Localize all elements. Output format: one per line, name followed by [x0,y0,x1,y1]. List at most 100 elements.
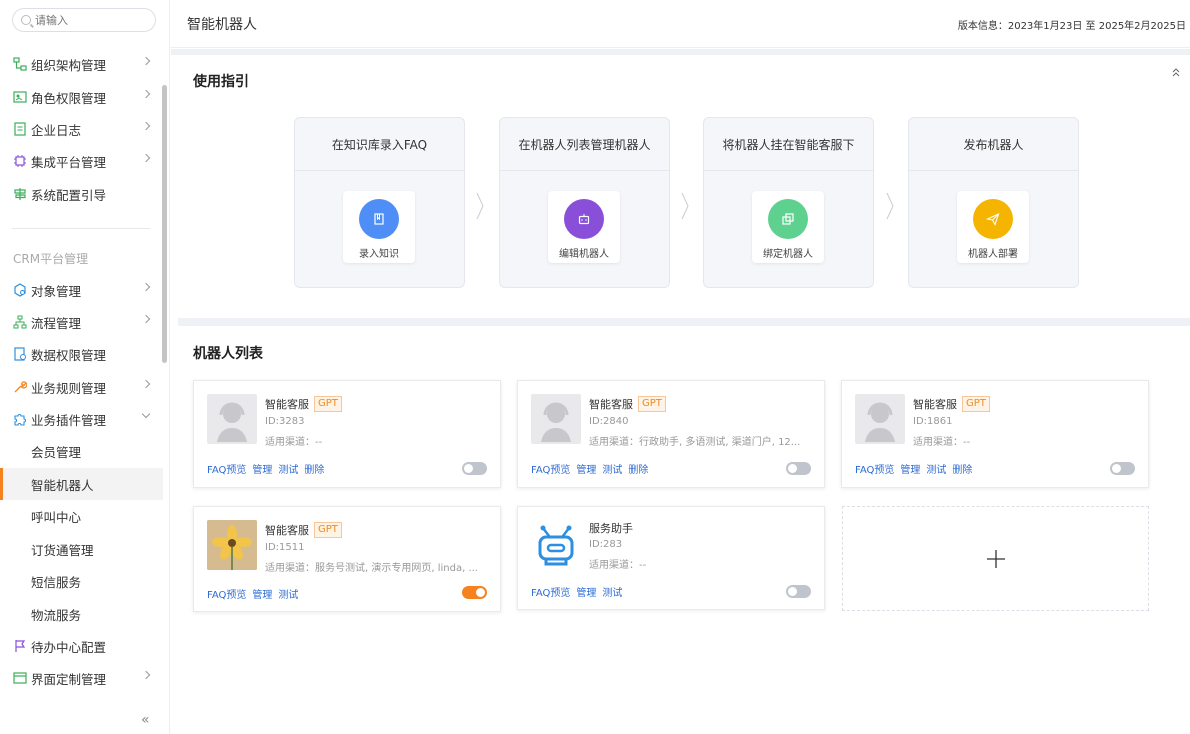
guide-step-2: 在机器人列表管理机器人 编辑机器人 [499,117,670,288]
sidebar-subitem-logistics[interactable]: 物流服务 [0,598,163,630]
robot-id: ID:1861 [913,416,953,427]
faq-preview-link[interactable]: FAQ预览 [207,586,246,601]
sidebar-subitem-sms[interactable]: 短信服务 [0,565,163,597]
sidebar-subitem-ordering[interactable]: 订货通管理 [0,533,163,565]
sidebar-item-label: 角色权限管理 [31,90,107,106]
step-action-deploy-robot[interactable]: 机器人部署 [957,191,1029,263]
sidebar-item-label: 订货通管理 [31,542,94,558]
search-box[interactable] [12,8,156,32]
robot-channels: 适用渠道：-- [589,560,647,571]
robot-avatar [207,394,257,444]
step-action-bind-robot[interactable]: 绑定机器人 [752,191,824,263]
sidebar-item-todo[interactable]: 待办中心配置 [0,630,163,662]
delete-link[interactable]: 删除 [952,461,972,476]
signpost-icon [13,187,27,201]
chevron-right-icon [141,153,151,163]
section-label: CRM平台管理 [13,252,89,266]
faq-preview-link[interactable]: FAQ预览 [531,584,570,599]
test-link[interactable]: 测试 [278,461,298,476]
chevron-right-icon [141,121,151,131]
gpt-badge: GPT [962,396,990,412]
delete-link[interactable]: 删除 [304,461,324,476]
sidebar-item-data-permission[interactable]: 数据权限管理 [0,338,163,370]
robot-id: ID:1511 [265,542,305,553]
robot-name-row: 智能客服 GPT [589,396,666,412]
test-link[interactable]: 测试 [278,586,298,601]
gpt-badge: GPT [314,396,342,412]
collapse-up-icon[interactable] [1172,67,1180,77]
add-robot-button[interactable] [842,506,1149,611]
robot-name-row: 智能客服 GPT [265,522,342,538]
sidebar-item-config-guide[interactable]: 系统配置引导 [0,178,163,210]
step-action-label: 绑定机器人 [763,249,813,260]
chip-icon [13,154,27,168]
sidebar-item-label: 数据权限管理 [31,347,107,363]
robot-actions: FAQ预览 管理 测试 [207,586,298,601]
manage-link[interactable]: 管理 [252,461,272,476]
sidebar-item-roles[interactable]: 角色权限管理 [0,81,163,113]
spacer [178,318,1190,326]
sidebar-scrollbar[interactable] [162,85,167,363]
robot-name: 智能客服 [913,398,957,411]
sidebar-item-objects[interactable]: 对象管理 [0,274,163,306]
chevron-right-icon [141,379,151,389]
puzzle-icon [13,412,27,426]
book-icon [359,199,399,239]
robot-actions: FAQ预览 管理 测试 删除 [531,461,648,476]
divider [12,228,150,229]
robot-id: ID:283 [589,539,623,550]
chevron-right-icon [476,192,484,220]
robot-enable-toggle[interactable] [786,462,811,475]
robot-id: ID:3283 [265,416,305,427]
sidebar-item-org[interactable]: 组织架构管理 [0,48,163,80]
test-link[interactable]: 测试 [926,461,946,476]
sidebar-item-label: 界面定制管理 [31,671,107,687]
sidebar-item-process[interactable]: 流程管理 [0,306,163,338]
sidebar-item-logs[interactable]: 企业日志 [0,113,163,145]
robot-enable-toggle[interactable] [1110,462,1135,475]
sidebar-item-label: 业务插件管理 [31,412,107,428]
sidebar-item-label: 短信服务 [31,574,82,590]
manage-link[interactable]: 管理 [252,586,272,601]
chevron-right-icon [141,670,151,680]
step-action-label: 机器人部署 [968,249,1018,260]
robot-enable-toggle[interactable] [786,585,811,598]
robot-name: 智能客服 [265,524,309,537]
sidebar-item-plugins[interactable]: 业务插件管理 [0,403,163,435]
flag-icon [13,639,27,653]
step-action-edit-robot[interactable]: 编辑机器人 [548,191,620,263]
test-link[interactable]: 测试 [602,461,622,476]
step-action-input-knowledge[interactable]: 录入知识 [343,191,415,263]
robot-enable-toggle[interactable] [462,462,487,475]
sidebar-subitem-member[interactable]: 会员管理 [0,435,163,467]
faq-preview-link[interactable]: FAQ预览 [531,461,570,476]
manage-link[interactable]: 管理 [900,461,920,476]
test-link[interactable]: 测试 [602,584,622,599]
wrench-icon [13,380,27,394]
faq-preview-link[interactable]: FAQ预览 [855,461,894,476]
sidebar-item-label: 系统配置引导 [31,187,107,203]
search-input[interactable] [35,13,145,27]
robot-enable-toggle[interactable] [462,586,487,599]
robot-card: 智能客服 GPT ID:3283 适用渠道：-- FAQ预览 管理 测试 删除 [193,380,501,488]
sidebar-item-integration[interactable]: 集成平台管理 [0,145,163,177]
chevron-right-icon [141,89,151,99]
collapse-sidebar-icon[interactable]: « [141,712,150,728]
faq-preview-link[interactable]: FAQ预览 [207,461,246,476]
manage-link[interactable]: 管理 [576,584,596,599]
sidebar-subitem-callcenter[interactable]: 呼叫中心 [0,500,163,532]
robot-card: 服务助手 ID:283 适用渠道：-- FAQ预览 管理 测试 [517,506,825,610]
sidebar-subitem-robot[interactable]: 智能机器人 [0,468,163,500]
layout-icon [13,671,27,685]
chevron-right-icon [141,282,151,292]
step-action-label: 编辑机器人 [559,249,609,260]
manage-link[interactable]: 管理 [576,461,596,476]
chevron-right-icon [141,56,151,66]
sidebar-item-label: 集成平台管理 [31,154,107,170]
sidebar-item-business-rules[interactable]: 业务规则管理 [0,371,163,403]
delete-link[interactable]: 删除 [628,461,648,476]
guide-title: 使用指引 [193,74,249,90]
chevron-down-icon [141,409,151,419]
sidebar-item-ui-custom[interactable]: 界面定制管理 [0,662,163,694]
robot-avatar-service [531,520,581,570]
